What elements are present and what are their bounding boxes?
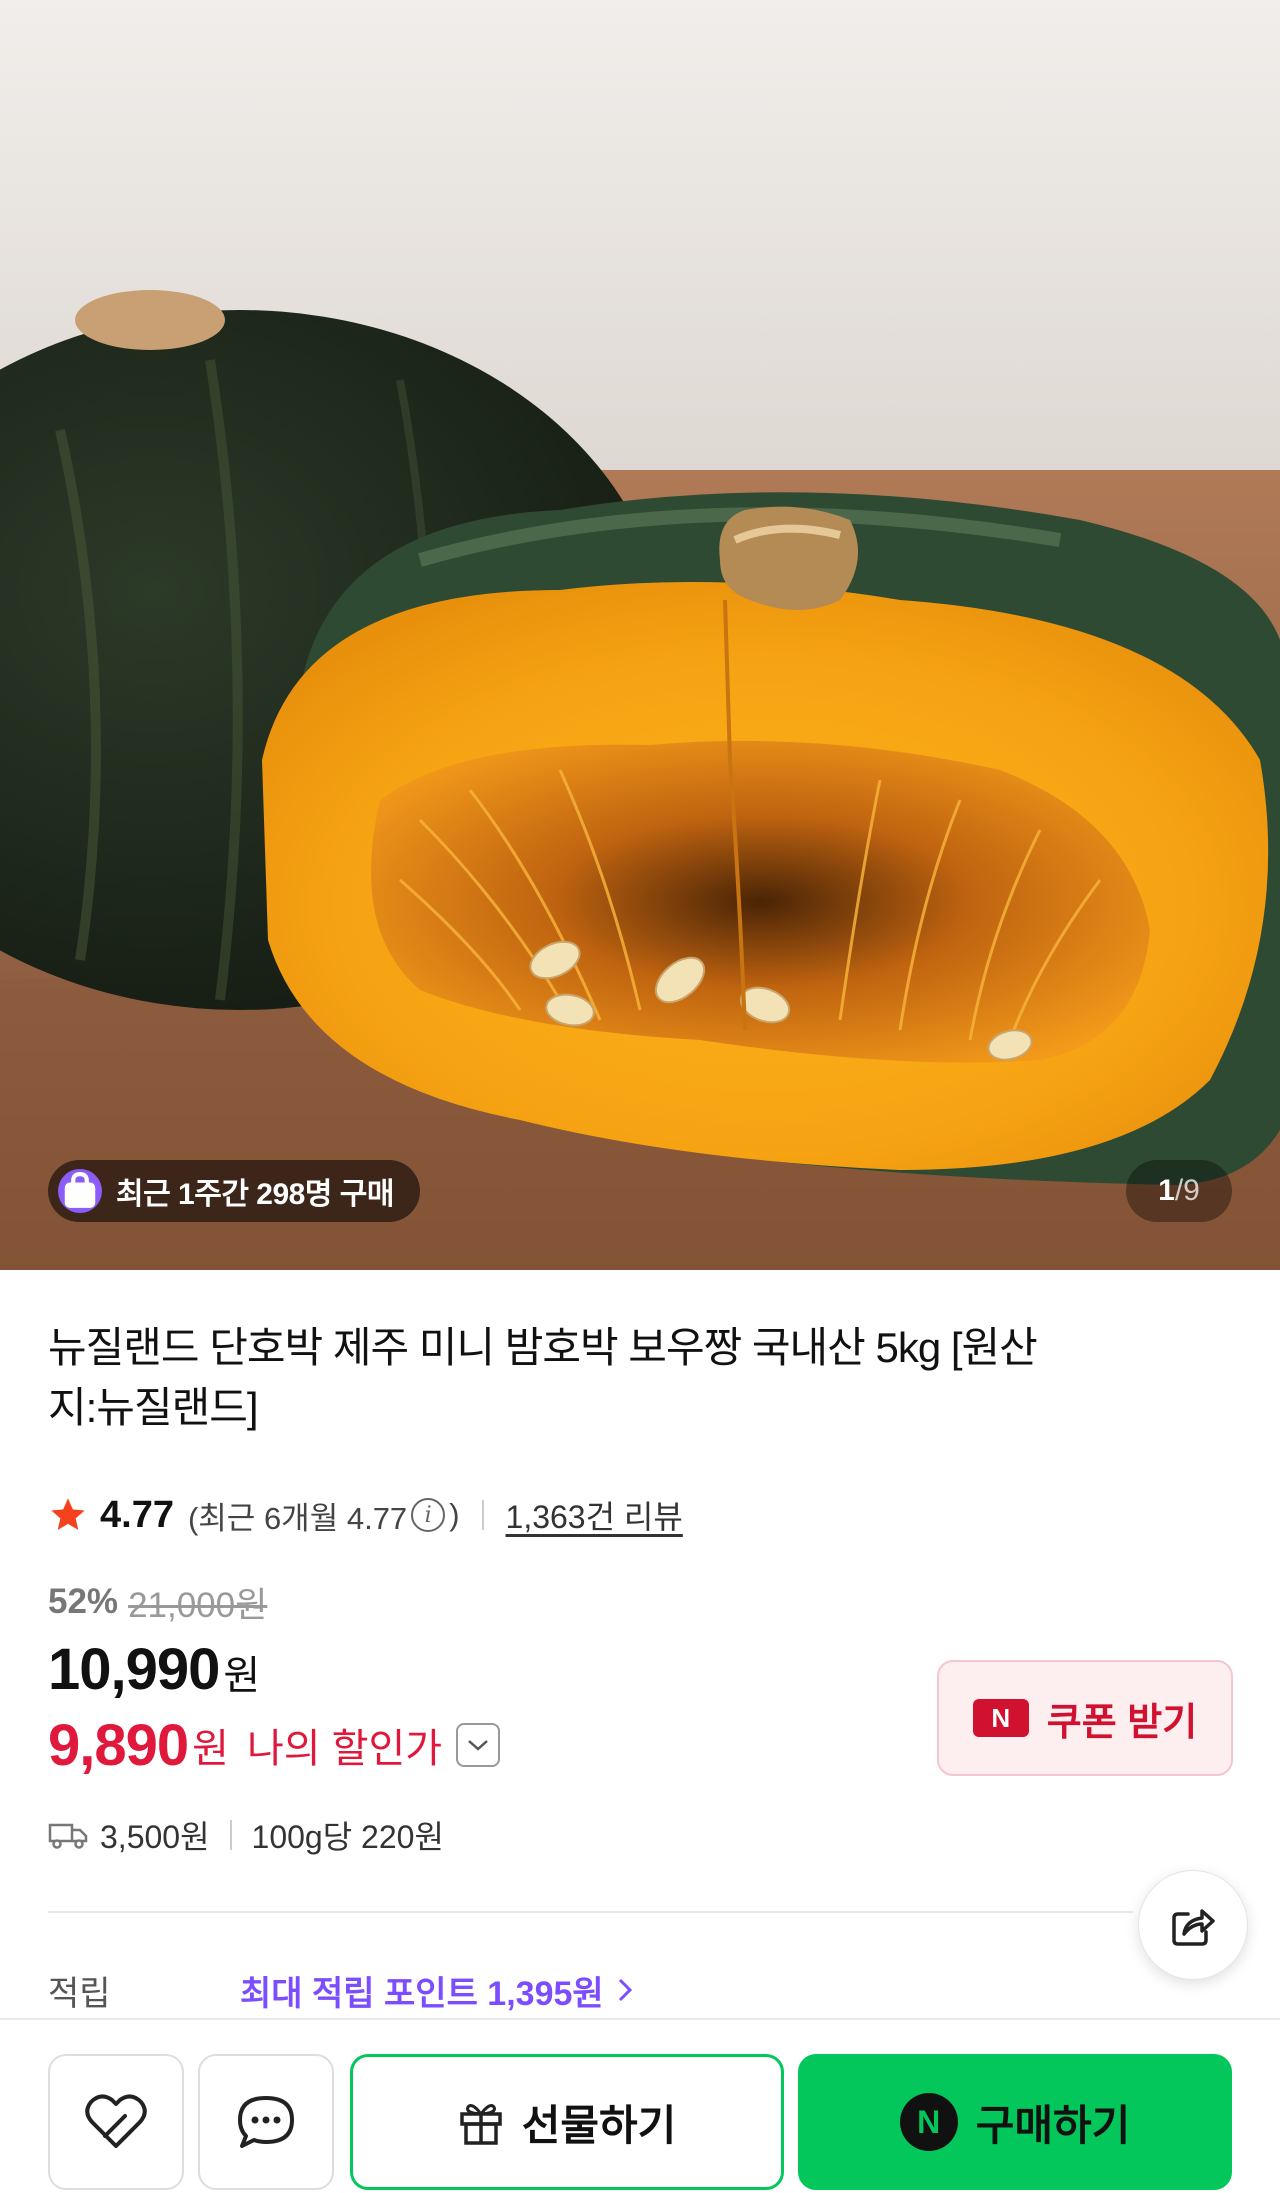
gift-button[interactable]: 선물하기	[350, 2054, 784, 2190]
recent-buyers-badge: 최근 1주간 298명 구매	[48, 1160, 420, 1222]
my-discount-row[interactable]: 9,890 원 나의 할인가	[48, 1708, 501, 1782]
divider	[481, 1500, 484, 1530]
shipping-fee: 3,500원	[100, 1819, 210, 1855]
review-count-link[interactable]: 1,363건 리뷰	[506, 1492, 683, 1538]
talk-button[interactable]	[198, 2054, 334, 2190]
buy-button[interactable]: N 구매하기	[798, 2054, 1232, 2190]
heart-icon	[85, 2094, 147, 2148]
points-label: 적립	[48, 1974, 111, 2013]
rating-row: 4.77 (최근 6개월 4.77 i ) 1,363건 리뷰	[48, 1490, 683, 1540]
coupon-label: 쿠폰 받기	[1046, 1701, 1198, 1744]
gift-icon	[459, 2104, 502, 2145]
points-value: 최대 적립 포인트 1,395원	[240, 1974, 604, 2013]
my-discount-unit: 원	[192, 1727, 229, 1771]
recent-rating-close: )	[449, 1497, 460, 1532]
chevron-down-icon[interactable]	[456, 1723, 501, 1767]
info-icon[interactable]: i	[411, 1498, 446, 1532]
star-icon	[51, 1498, 85, 1530]
share-icon	[1172, 1909, 1215, 1946]
pumpkin-photo	[0, 0, 1280, 1270]
product-title: 뉴질랜드 단호박 제주 미니 밤호박 보우짱 국내산 5kg [원산지:뉴질랜드…	[48, 1324, 1038, 1431]
rating-score: 4.77	[100, 1493, 174, 1536]
sale-price: 10,990	[48, 1637, 220, 1702]
recent-buyers-text: 최근 1주간 298명 구매	[116, 1178, 394, 1211]
recent-rating-text: (최근 6개월 4.77	[187, 1500, 408, 1536]
shopping-bag-icon	[58, 1169, 102, 1213]
wishlist-button[interactable]	[48, 2054, 184, 2190]
chevron-right-icon	[618, 1978, 632, 2002]
image-counter-total: 9	[1183, 1174, 1200, 1207]
image-counter-current: 1	[1158, 1174, 1175, 1207]
divider	[229, 1820, 232, 1850]
original-price-row: 52% 21,000원	[48, 1578, 267, 1626]
discount-percent: 52%	[48, 1582, 119, 1621]
gift-label: 선물하기	[521, 2101, 677, 2149]
original-price: 21,000원	[128, 1585, 268, 1625]
buy-label: 구매하기	[975, 2101, 1131, 2149]
product-image[interactable]: 최근 1주간 298명 구매 1 / 9	[0, 0, 1280, 1270]
naver-n-icon: N	[972, 1699, 1029, 1737]
my-discount-label: 나의 할인가	[246, 1727, 443, 1771]
truck-icon	[48, 1823, 88, 1849]
shipping-row: 3,500원 100g당 220원	[48, 1810, 444, 1860]
sale-price-unit: 원	[223, 1654, 261, 1698]
image-counter-separator: /	[1174, 1174, 1184, 1207]
section-divider	[48, 1911, 1133, 1913]
chat-icon	[238, 2096, 294, 2148]
sale-price-row: 10,990 원	[48, 1636, 260, 1706]
coupon-button[interactable]: N 쿠폰 받기	[937, 1660, 1233, 1776]
bottom-action-bar: 선물하기 N 구매하기	[0, 2018, 1280, 2193]
points-row[interactable]: 적립 최대 적립 포인트 1,395원	[48, 1965, 634, 2015]
naver-n-icon: N	[899, 2093, 958, 2151]
image-counter: 1 / 9	[1126, 1160, 1232, 1222]
unit-price: 100g당 220원	[251, 1819, 444, 1855]
my-discount-price: 9,890	[48, 1712, 189, 1778]
share-button[interactable]	[1138, 1870, 1248, 1980]
